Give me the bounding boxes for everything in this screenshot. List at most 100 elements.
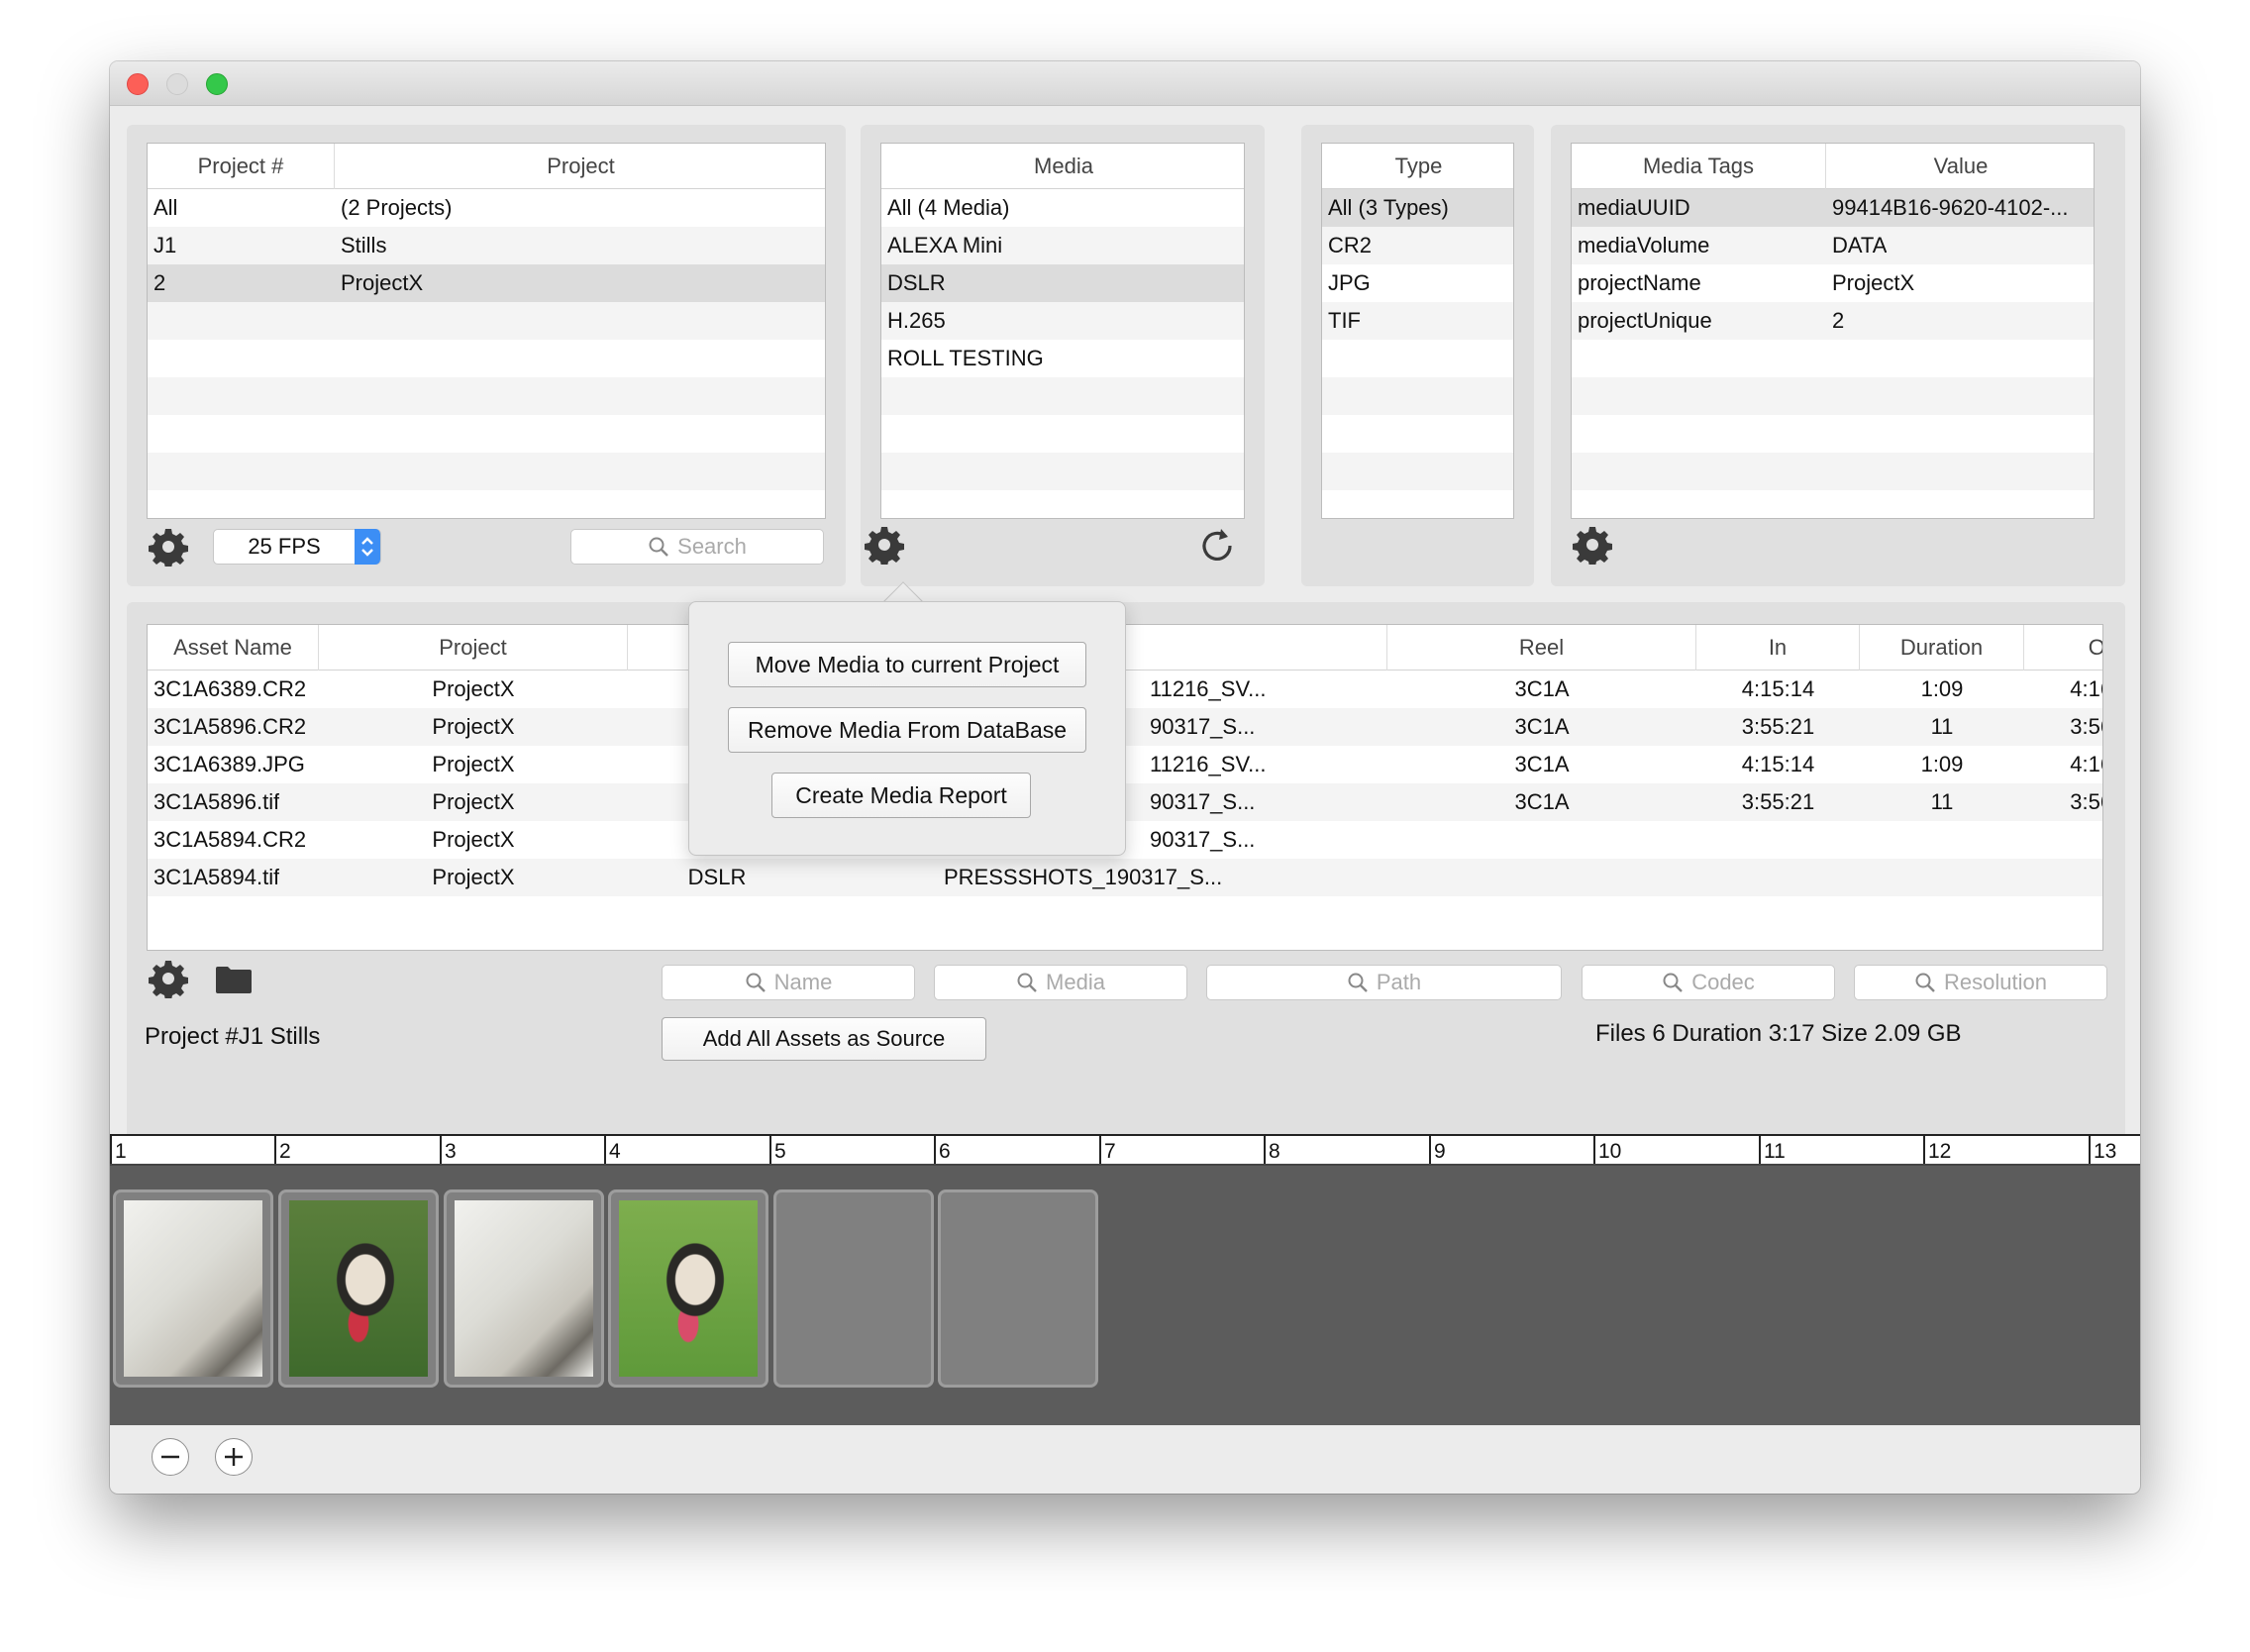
asset-name-cell: 3C1A6389.CR2 [153, 676, 307, 701]
table-row[interactable]: J1 Stills [148, 227, 825, 264]
search-icon [1348, 973, 1368, 992]
path-filter-input[interactable]: Path [1206, 965, 1562, 1000]
column-header-in[interactable]: In [1696, 625, 1860, 671]
project-search-input[interactable]: Search [570, 529, 824, 565]
column-header-duration[interactable]: Duration [1860, 625, 2024, 671]
ruler-tick: 2 [274, 1136, 291, 1164]
timeline-clip[interactable] [278, 1189, 439, 1388]
assets-gear-icon[interactable] [149, 959, 188, 998]
table-row[interactable]: ROLL TESTING [881, 340, 1244, 377]
timeline-clip-empty[interactable] [773, 1189, 934, 1388]
empty-row [148, 453, 825, 490]
folder-icon[interactable] [214, 959, 254, 998]
zoom-window-button[interactable] [206, 73, 228, 95]
media-table: Media All (4 Media) ALEXA Mini DSLR H.26… [880, 143, 1245, 519]
project-number-cell: 2 [153, 270, 166, 295]
project-number-cell: All [153, 195, 178, 220]
current-project-label: Project #J1 Stills [145, 1023, 321, 1050]
table-row[interactable]: TIF [1322, 302, 1513, 340]
table-row[interactable]: projectName ProjectX [1572, 264, 2094, 302]
create-media-report-button[interactable]: Create Media Report [771, 773, 1031, 818]
table-row[interactable]: H.265 [881, 302, 1244, 340]
zoom-out-button[interactable] [152, 1438, 189, 1476]
close-window-button[interactable] [127, 73, 149, 95]
minus-icon [161, 1455, 179, 1459]
tag-name-cell: mediaVolume [1578, 233, 1710, 258]
table-row-selected[interactable]: mediaUUID 99414B16-9620-4102-... [1572, 189, 2094, 227]
table-row[interactable]: All (2 Projects) [148, 189, 825, 227]
table-row[interactable]: 3C1A5894.tif ProjectX DSLR PRESSSHOTS_19… [148, 859, 2102, 896]
asset-duration-cell [1860, 859, 2024, 896]
asset-reel-cell [1387, 821, 1696, 859]
asset-reel-cell: 3C1A [1514, 676, 1570, 701]
table-row[interactable]: ALEXA Mini [881, 227, 1244, 264]
resolution-filter-input[interactable]: Resolution [1854, 965, 2107, 1000]
asset-in-cell: 3:55:21 [1741, 789, 1815, 814]
column-header-value[interactable]: Value [1826, 144, 2094, 189]
table-row[interactable]: mediaVolume DATA [1572, 227, 2094, 264]
column-header-project[interactable]: Project [319, 625, 628, 671]
column-header-media-tags[interactable]: Media Tags [1572, 144, 1826, 189]
files-summary: Files 6 Duration 3:17 Size 2.09 GB [1595, 1020, 1962, 1047]
codec-filter-input[interactable]: Codec [1582, 965, 1835, 1000]
timeline-clip[interactable] [444, 1189, 604, 1388]
timeline-clip[interactable] [608, 1189, 768, 1388]
minimize-window-button[interactable] [166, 73, 188, 95]
column-header-project[interactable]: Project [335, 144, 825, 189]
timeline-track[interactable] [110, 1166, 2140, 1425]
table-row[interactable]: JPG [1322, 264, 1513, 302]
fps-select[interactable]: 25 FPS [213, 529, 381, 565]
table-row[interactable]: All (4 Media) [881, 189, 1244, 227]
move-media-button[interactable]: Move Media to current Project [728, 642, 1086, 687]
timeline-clip[interactable] [113, 1189, 273, 1388]
clip-thumbnail-dog [619, 1200, 758, 1377]
asset-path-cell: 11216_SV... [1150, 752, 1267, 776]
project-name-cell: ProjectX [341, 270, 424, 295]
table-row-selected[interactable]: DSLR [881, 264, 1244, 302]
asset-in-cell: 4:15:14 [1741, 752, 1815, 776]
asset-out-cell: 4:16:23 [2070, 752, 2102, 776]
projects-table: Project # Project All (2 Projects) J1 St… [147, 143, 826, 519]
table-row-selected[interactable]: All (3 Types) [1322, 189, 1513, 227]
media-cell: ROLL TESTING [887, 346, 1044, 370]
table-row-selected[interactable]: 2 ProjectX [148, 264, 825, 302]
projects-gear-icon[interactable] [149, 527, 188, 567]
column-header-type[interactable]: Type [1322, 144, 1513, 189]
ruler-tick: 7 [1099, 1136, 1116, 1164]
media-tags-gear-icon[interactable] [1573, 525, 1612, 565]
column-header-asset-name[interactable]: Asset Name [148, 625, 319, 671]
media-filter-input[interactable]: Media [934, 965, 1187, 1000]
empty-row [1572, 377, 2094, 415]
asset-reel-cell [1387, 859, 1696, 896]
media-gear-icon[interactable] [865, 525, 904, 565]
empty-row [881, 377, 1244, 415]
table-row[interactable]: CR2 [1322, 227, 1513, 264]
asset-path-cell: 90317_S... [1150, 714, 1256, 739]
asset-project-cell: ProjectX [432, 827, 515, 852]
timeline-clip-empty[interactable] [938, 1189, 1098, 1388]
remove-media-button[interactable]: Remove Media From DataBase [728, 707, 1086, 753]
project-name-cell: (2 Projects) [341, 195, 453, 220]
asset-reel-cell: 3C1A [1514, 752, 1570, 776]
empty-row [1572, 453, 2094, 490]
refresh-icon[interactable] [1196, 525, 1236, 565]
zoom-in-button[interactable] [215, 1438, 253, 1476]
name-filter-input[interactable]: Name [662, 965, 915, 1000]
ruler-tick: 13 [2089, 1136, 2116, 1164]
asset-in-cell [1696, 859, 1860, 896]
column-header-reel[interactable]: Reel [1387, 625, 1696, 671]
column-header-media[interactable]: Media [881, 144, 1244, 189]
clip-thumbnail-cat [455, 1200, 593, 1377]
type-panel: Type All (3 Types) CR2 JPG TIF [1301, 125, 1534, 586]
column-header-project-number[interactable]: Project # [148, 144, 335, 189]
projects-panel: Project # Project All (2 Projects) J1 St… [127, 125, 846, 586]
codec-filter-placeholder: Codec [1691, 970, 1755, 994]
ruler-tick: 4 [604, 1136, 621, 1164]
column-header-out[interactable]: Out [2024, 625, 2102, 671]
asset-duration-cell: 11 [1930, 714, 1954, 739]
add-all-assets-button[interactable]: Add All Assets as Source [662, 1017, 986, 1061]
timeline-ruler[interactable]: 1 2 3 4 5 6 7 8 9 10 11 12 13 [110, 1134, 2140, 1166]
asset-in-cell [1696, 821, 1860, 859]
table-row[interactable]: projectUnique 2 [1572, 302, 2094, 340]
ruler-tick: 5 [769, 1136, 786, 1164]
